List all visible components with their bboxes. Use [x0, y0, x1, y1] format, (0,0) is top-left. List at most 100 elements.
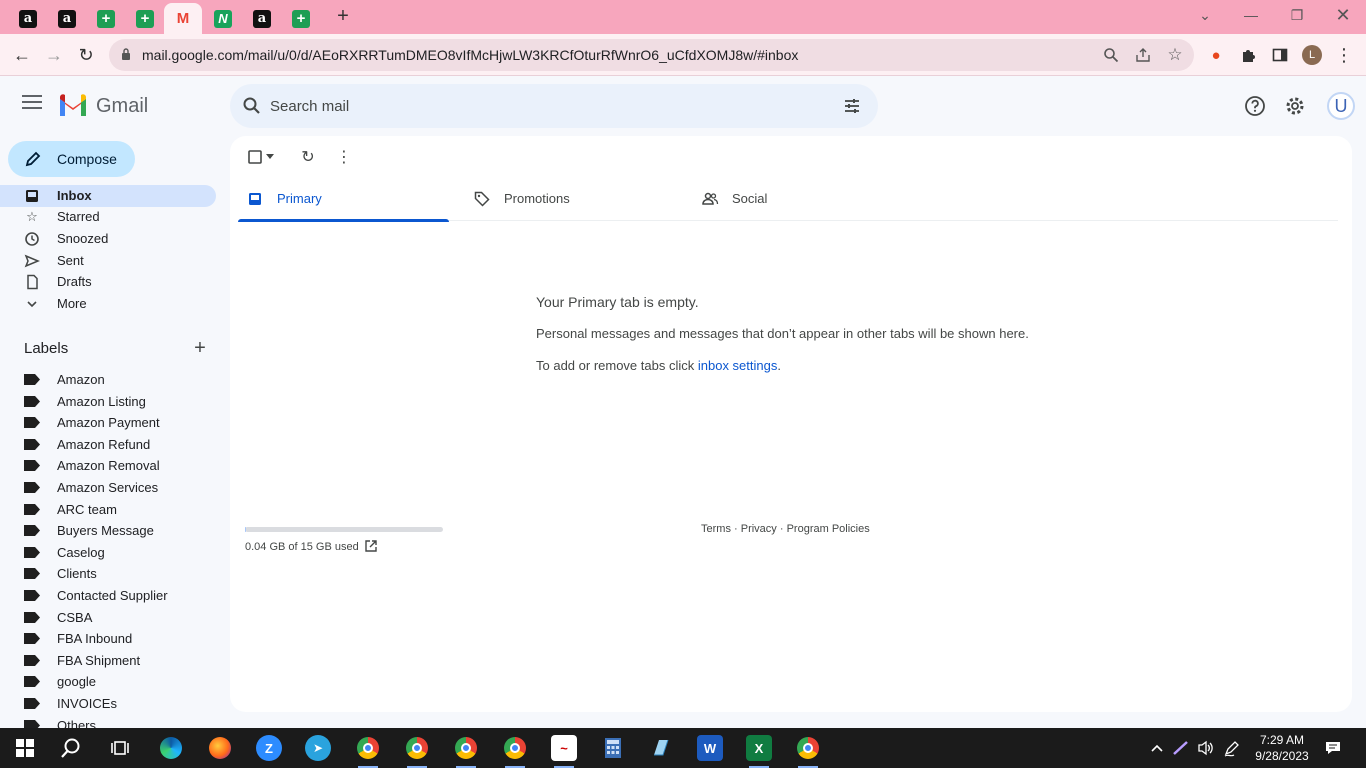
- new-tab-button[interactable]: +: [332, 5, 354, 27]
- windows-start-icon[interactable]: [12, 735, 38, 761]
- label-item[interactable]: Amazon Listing: [0, 391, 216, 412]
- more-actions-icon[interactable]: ⋮: [335, 148, 353, 166]
- excel-icon[interactable]: X: [746, 735, 772, 768]
- label-item[interactable]: Clients: [0, 563, 216, 584]
- label-item[interactable]: google: [0, 671, 216, 692]
- chrome-icon[interactable]: [453, 735, 479, 768]
- browser-tab[interactable]: +: [282, 3, 320, 34]
- restore-button[interactable]: ❐: [1274, 4, 1320, 26]
- edge-icon[interactable]: [158, 735, 184, 761]
- telegram-icon[interactable]: ➤: [305, 735, 331, 761]
- refresh-icon[interactable]: ↻: [299, 148, 317, 166]
- label-name: Contacted Supplier: [57, 588, 168, 603]
- tab-social[interactable]: Social: [693, 176, 904, 221]
- forward-button[interactable]: →: [42, 43, 66, 67]
- notifications-icon[interactable]: [1322, 728, 1344, 768]
- address-bar[interactable]: mail.google.com/mail/u/0/d/AEoRXRRTumDME…: [109, 39, 1194, 71]
- taskbar-search-icon[interactable]: [58, 735, 84, 761]
- minimize-button[interactable]: —: [1228, 4, 1274, 26]
- calculator-icon[interactable]: [600, 735, 626, 761]
- pen-tray-icon[interactable]: [1170, 728, 1192, 768]
- footer-sep: ·: [776, 523, 787, 535]
- program-policies-link[interactable]: Program Policies: [787, 523, 870, 535]
- gmail-logo-icon[interactable]: [58, 94, 88, 116]
- firefox-icon[interactable]: [207, 735, 233, 761]
- main-menu-icon[interactable]: [22, 95, 42, 109]
- browser-tab[interactable]: +: [126, 3, 164, 34]
- label-item[interactable]: Amazon Removal: [0, 455, 216, 476]
- nav-item-inbox[interactable]: Inbox: [0, 185, 216, 207]
- chrome-icon[interactable]: [404, 735, 430, 768]
- search-input[interactable]: [270, 94, 830, 118]
- nav-item-drafts[interactable]: Drafts: [0, 271, 216, 293]
- label-item[interactable]: Amazon Payment: [0, 412, 216, 433]
- word-icon[interactable]: W: [697, 735, 723, 761]
- browser-tab[interactable]: a: [9, 3, 47, 34]
- terms-link[interactable]: Terms: [701, 523, 731, 535]
- app-icon[interactable]: ~: [551, 735, 577, 768]
- label-item[interactable]: FBA Shipment: [0, 650, 216, 671]
- select-checkbox[interactable]: [246, 148, 264, 166]
- tab-search-icon[interactable]: ⌄: [1182, 4, 1228, 26]
- url-text[interactable]: mail.google.com/mail/u/0/d/AEoRXRRTumDME…: [142, 47, 798, 63]
- browser-tab[interactable]: a: [48, 3, 86, 34]
- label-tag-icon: [24, 438, 40, 450]
- browser-tab[interactable]: a: [243, 3, 281, 34]
- label-item[interactable]: Amazon Services: [0, 477, 216, 498]
- side-panel-icon[interactable]: [1269, 44, 1291, 66]
- label-item[interactable]: INVOICEs: [0, 693, 216, 714]
- tab-primary[interactable]: Primary: [238, 176, 449, 222]
- inbox-settings-link[interactable]: inbox settings: [698, 358, 778, 373]
- label-item[interactable]: Amazon Refund: [0, 434, 216, 455]
- show-hidden-icons-chevron[interactable]: [1148, 728, 1166, 768]
- pen-workspace-icon[interactable]: [1221, 728, 1243, 768]
- settings-prefix: To add or remove tabs click: [536, 358, 698, 373]
- nav-item-starred[interactable]: ☆ Starred: [0, 206, 216, 228]
- browser-tab-active[interactable]: M: [164, 3, 202, 34]
- label-item[interactable]: FBA Inbound: [0, 628, 216, 649]
- zoom-app-icon[interactable]: Z: [256, 735, 282, 761]
- extensions-puzzle-icon[interactable]: [1237, 44, 1259, 66]
- extension-fire-icon[interactable]: ●: [1205, 44, 1227, 66]
- share-icon[interactable]: [1134, 46, 1152, 64]
- search-bar[interactable]: [230, 84, 878, 128]
- chrome-icon[interactable]: [502, 735, 528, 768]
- volume-icon[interactable]: [1195, 728, 1217, 768]
- settings-gear-icon[interactable]: [1284, 95, 1306, 117]
- nav-item-more[interactable]: More: [0, 293, 216, 315]
- tab-promotions[interactable]: Promotions: [465, 176, 676, 221]
- back-button[interactable]: ←: [10, 43, 34, 67]
- nav-item-sent[interactable]: Sent: [0, 250, 216, 272]
- bookmark-star-icon[interactable]: ☆: [1166, 45, 1184, 64]
- search-options-icon[interactable]: [842, 96, 862, 116]
- label-item[interactable]: Contacted Supplier: [0, 585, 216, 606]
- label-item[interactable]: ARC team: [0, 499, 216, 520]
- zoom-icon[interactable]: [1102, 46, 1120, 64]
- gmail-wordmark: Gmail: [96, 95, 149, 117]
- reload-button[interactable]: ↻: [74, 43, 98, 67]
- privacy-link[interactable]: Privacy: [741, 523, 777, 535]
- open-in-new-icon[interactable]: [364, 539, 378, 553]
- chrome-icon[interactable]: [795, 735, 821, 768]
- compose-button[interactable]: Compose: [8, 141, 135, 177]
- browser-tab[interactable]: N: [204, 3, 242, 34]
- task-view-icon[interactable]: [107, 735, 133, 761]
- chrome-icon[interactable]: [355, 735, 381, 768]
- nav-item-snoozed[interactable]: Snoozed: [0, 228, 216, 250]
- browser-menu-icon[interactable]: ⋮: [1333, 44, 1355, 66]
- select-dropdown-icon[interactable]: [264, 148, 276, 166]
- label-item[interactable]: Buyers Message: [0, 520, 216, 541]
- browser-profile-avatar[interactable]: L: [1302, 45, 1322, 65]
- notepad-icon[interactable]: [648, 735, 674, 761]
- browser-tab[interactable]: +: [87, 3, 125, 34]
- label-item[interactable]: Caselog: [0, 542, 216, 563]
- close-window-button[interactable]: ✕: [1320, 4, 1366, 26]
- label-name: Amazon Listing: [57, 393, 146, 409]
- system-clock[interactable]: 7:29 AM 9/28/2023: [1246, 732, 1318, 764]
- create-label-plus-icon[interactable]: +: [191, 337, 209, 359]
- label-item[interactable]: CSBA: [0, 607, 216, 628]
- help-icon[interactable]: [1244, 95, 1266, 117]
- account-avatar[interactable]: U: [1327, 92, 1355, 120]
- label-item[interactable]: Amazon: [0, 369, 216, 390]
- search-icon[interactable]: [242, 96, 262, 116]
